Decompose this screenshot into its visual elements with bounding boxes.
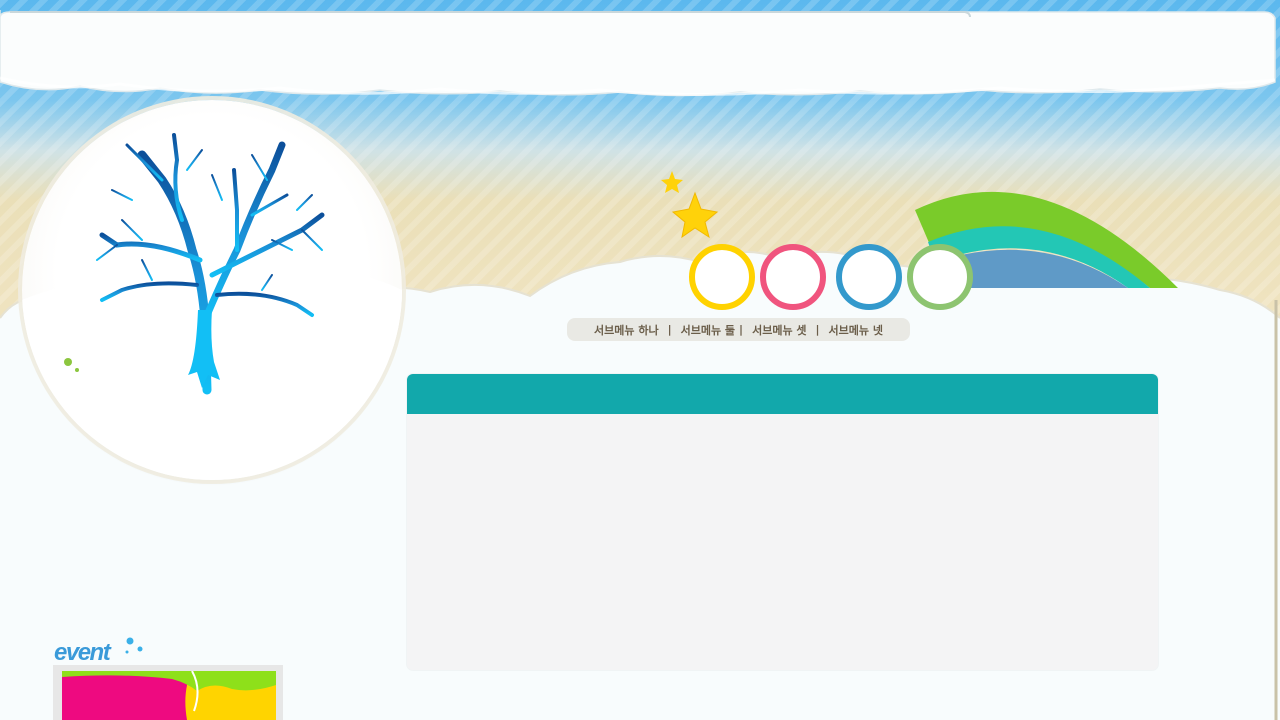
nav-rings — [685, 244, 985, 314]
yellow-ring-button[interactable] — [689, 244, 755, 310]
submenu-bar: 서브메뉴 하나 | 서브메뉴 둘 | 서브메뉴 셋 | 서브메뉴 넷 — [567, 318, 910, 341]
event-section-title: event — [54, 636, 154, 668]
decorative-dots — [64, 358, 79, 372]
star-icon — [661, 171, 719, 239]
tree-logo — [22, 100, 402, 480]
tree-illustration — [22, 133, 402, 480]
submenu-item-1[interactable]: 서브메뉴 하나 — [594, 322, 659, 338]
event-banner-image — [62, 671, 276, 720]
main-content-panel — [407, 374, 1158, 670]
event-banner[interactable] — [53, 665, 283, 720]
content-header-bar — [407, 374, 1158, 414]
submenu-item-4[interactable]: 서브메뉴 넷 — [829, 322, 883, 338]
submenu-item-3[interactable]: 서브메뉴 셋 — [752, 322, 806, 338]
submenu-separator: | — [739, 323, 744, 336]
submenu-separator: | — [815, 323, 820, 336]
event-title-text: event — [54, 639, 112, 664]
submenu-separator: | — [667, 323, 672, 336]
green-ring-button[interactable] — [907, 244, 973, 310]
submenu-item-2[interactable]: 서브메뉴 둘 — [681, 322, 735, 338]
pink-ring-button[interactable] — [760, 244, 826, 310]
blue-ring-button[interactable] — [836, 244, 902, 310]
